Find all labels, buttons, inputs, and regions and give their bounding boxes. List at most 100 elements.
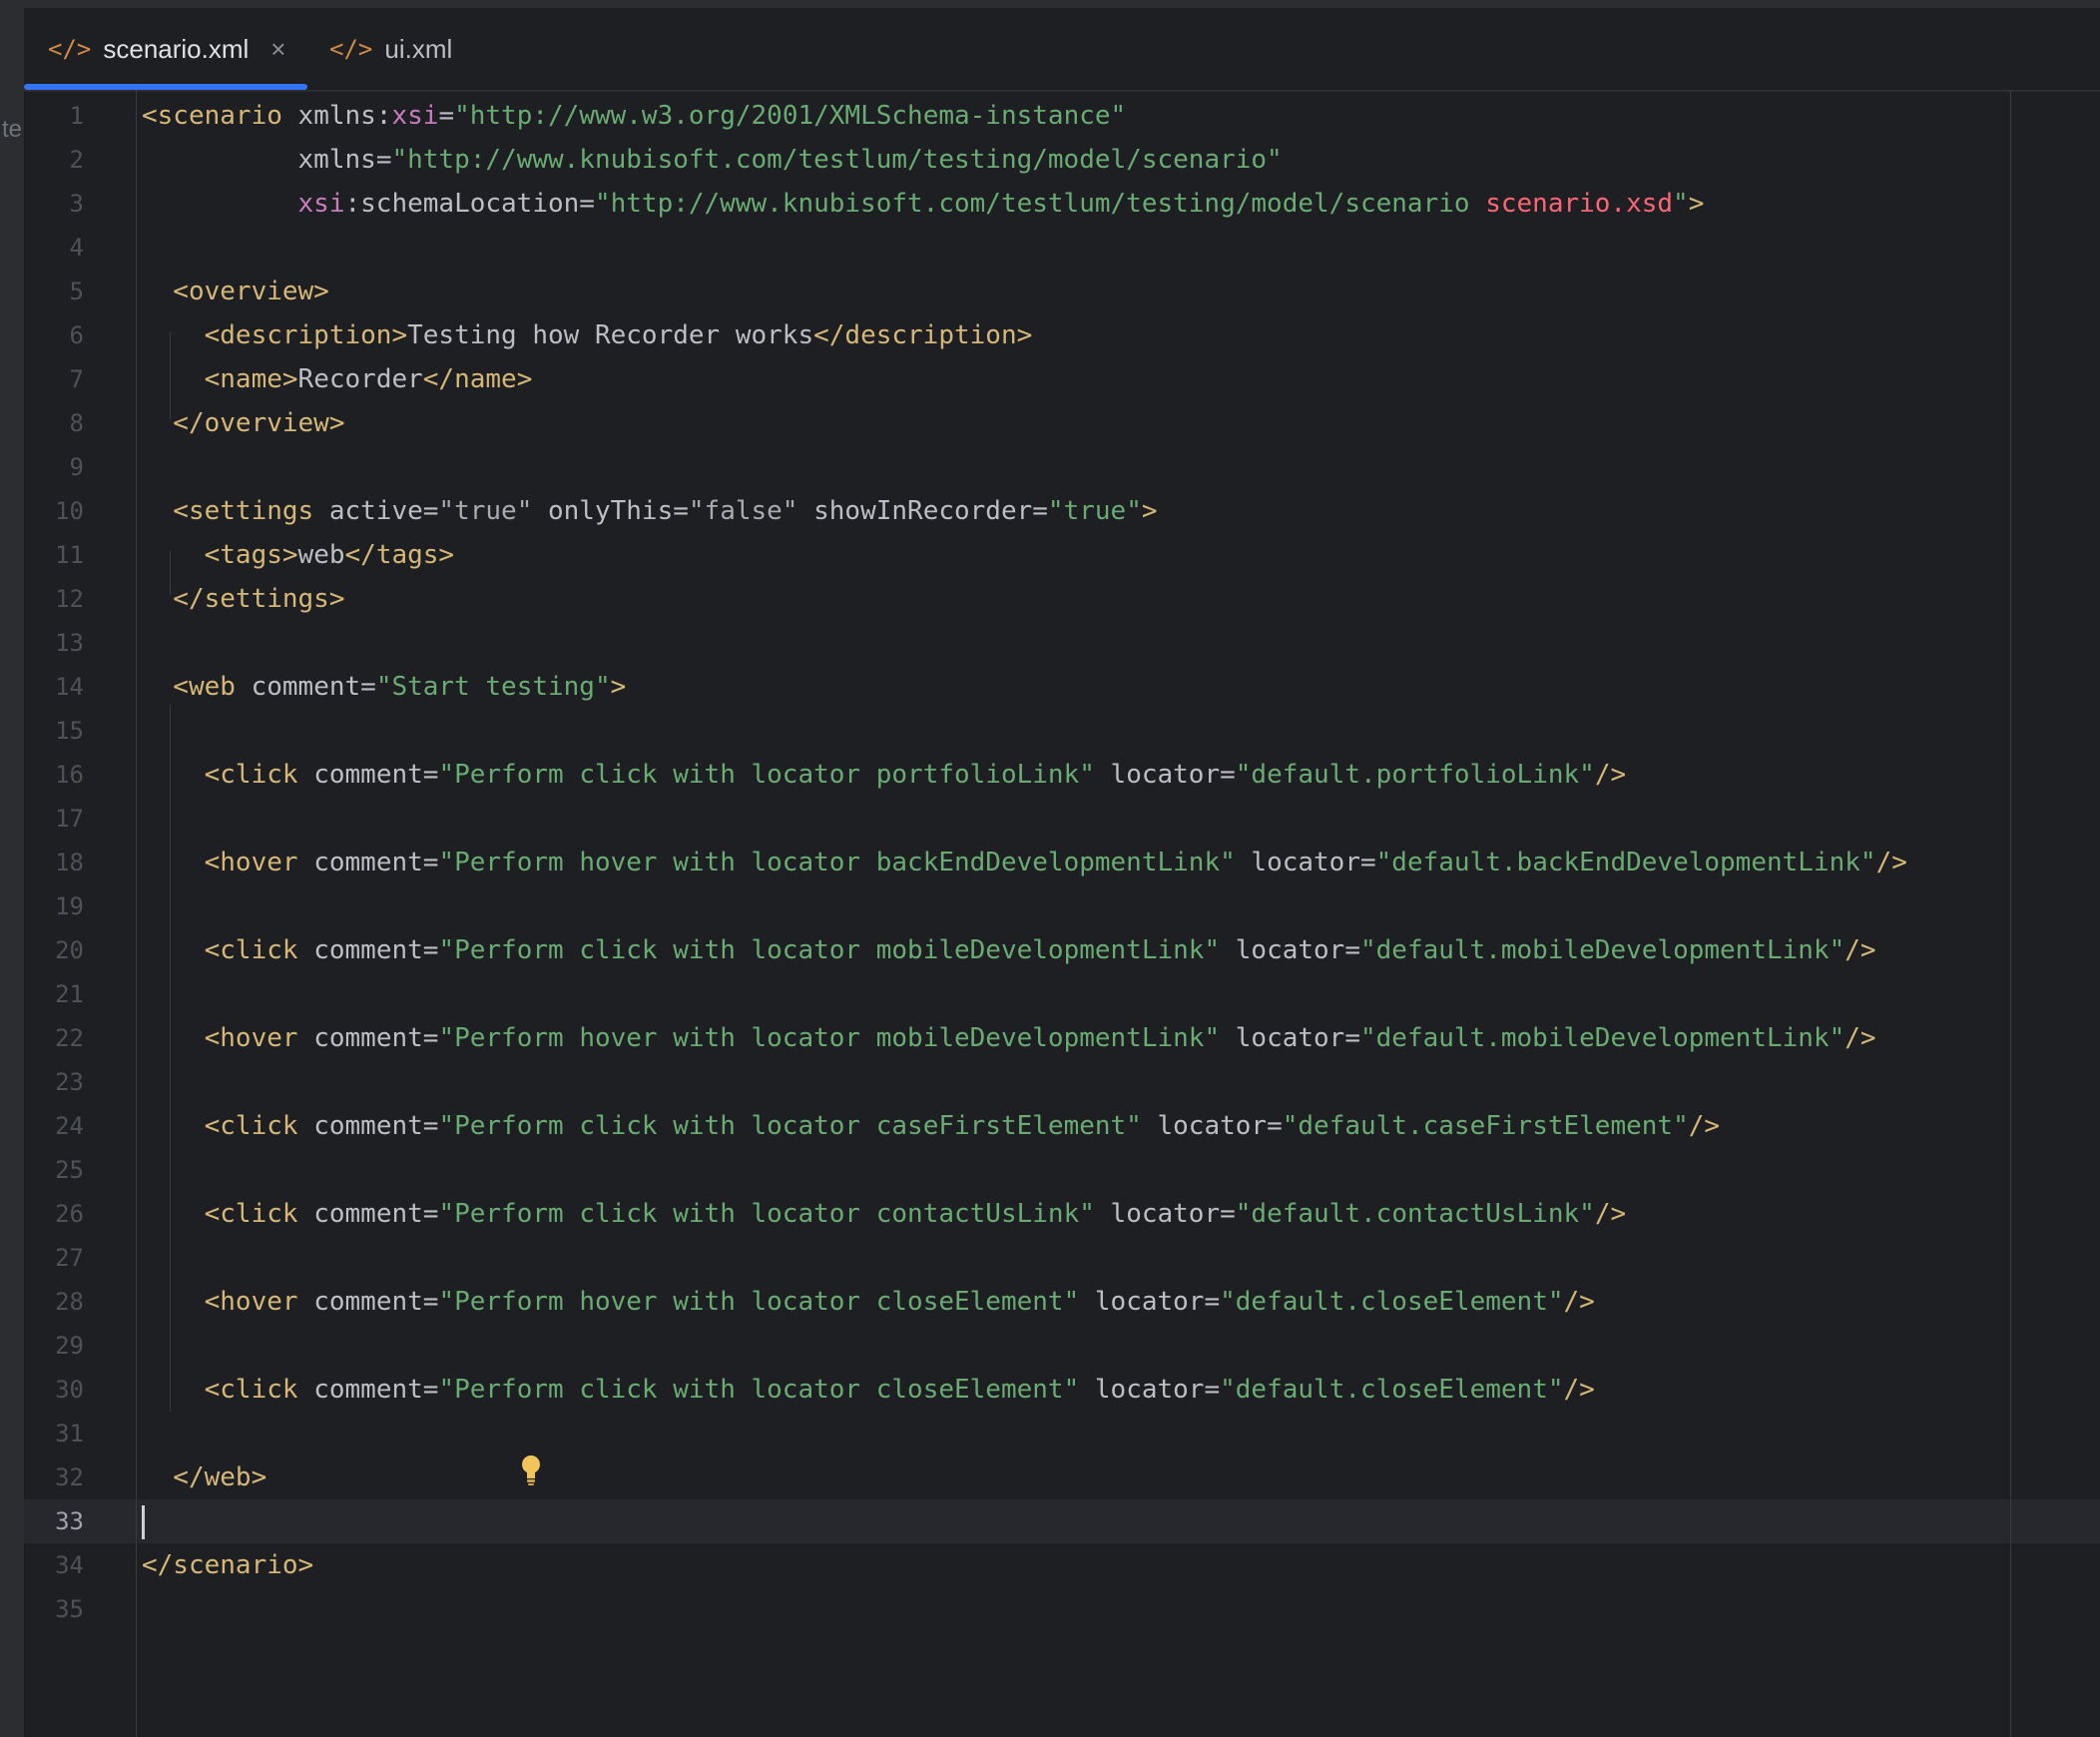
code-line[interactable]: <click comment="Perform click with locat… [142, 1368, 1595, 1412]
lightbulb-icon[interactable] [519, 1453, 543, 1487]
code-token: "Perform click with locator caseFirstEle… [438, 1111, 1142, 1141]
line-number: 4 [69, 234, 84, 262]
code-token: "default.closeElement" [1220, 1375, 1564, 1405]
code-token: <hover [142, 1287, 298, 1317]
window-top-bar [0, 0, 2100, 8]
code-token: > [610, 672, 627, 702]
code-token: "Perform hover with locator closeElement… [438, 1287, 1080, 1317]
code-token: locator= [1094, 1199, 1236, 1229]
code-token: "default.portfolioLink" [1235, 760, 1595, 790]
code-line[interactable]: </scenario> [142, 1543, 313, 1587]
code-token: comment= [297, 1199, 439, 1229]
code-token: "http://www.knubisoft.com/testlum/testin… [391, 145, 1283, 175]
code-token: = [438, 101, 455, 131]
line-number: 8 [69, 409, 84, 437]
code-token: Testing how Recorder works [407, 320, 814, 350]
code-line[interactable]: <scenario xmlns:xsi="http://www.w3.org/2… [142, 94, 1126, 138]
code-token: /> [1594, 760, 1627, 790]
code-line[interactable]: <description>Testing how Recorder works<… [142, 313, 1033, 357]
line-number: 9 [69, 453, 84, 481]
code-token: /> [1563, 1287, 1595, 1317]
code-token: locator= [1220, 1023, 1360, 1053]
code-token: <click [142, 1375, 298, 1405]
line-number: 32 [55, 1463, 84, 1491]
indent-guide [170, 705, 171, 1412]
code-line[interactable]: </overview> [142, 401, 345, 445]
code-token: xmlns [142, 145, 376, 175]
code-line[interactable]: <name>Recorder</name> [142, 357, 533, 401]
code-line[interactable]: <web comment="Start testing"> [142, 665, 626, 709]
line-number: 15 [55, 717, 84, 745]
line-number: 18 [55, 849, 84, 876]
code-line[interactable]: <hover comment="Perform hover with locat… [142, 841, 1907, 884]
indent-guide [170, 551, 171, 595]
code-tag-icon: </> [329, 35, 373, 63]
line-number: 6 [69, 321, 84, 349]
code-line[interactable]: </web> [142, 1455, 266, 1499]
code-line[interactable]: <settings active="true" onlyThis="false"… [142, 489, 1157, 533]
code-token: "Perform hover with locator backEndDevel… [438, 848, 1236, 877]
code-token: <click [142, 935, 298, 965]
line-number: 1 [69, 102, 84, 130]
code-line[interactable]: <hover comment="Perform hover with locat… [142, 1280, 1595, 1324]
code-token: comment= [297, 1023, 439, 1053]
line-number: 27 [55, 1244, 84, 1272]
code-token: "Perform click with locator contactUsLin… [438, 1199, 1095, 1229]
right-margin-guide [2010, 90, 2011, 1737]
line-number: 28 [55, 1288, 84, 1316]
code-token: /> [1594, 1199, 1627, 1229]
code-line[interactable]: <click comment="Perform click with locat… [142, 1192, 1627, 1236]
code-token: "http://www.knubisoft.com/testlum/testin… [594, 189, 1486, 219]
code-token: <settings [142, 496, 314, 526]
line-number: 24 [55, 1112, 84, 1140]
code-token: comment= [297, 1111, 439, 1141]
code-line[interactable]: <hover comment="Perform hover with locat… [142, 1016, 1876, 1060]
code-token: /> [1688, 1111, 1721, 1141]
code-line[interactable]: <tags>web</tags> [142, 533, 454, 577]
code-token: </tags> [344, 540, 455, 570]
code-line[interactable]: <click comment="Perform click with locat… [142, 928, 1876, 972]
code-token: comment= [297, 848, 439, 877]
line-number: 17 [55, 805, 84, 833]
line-number: 25 [55, 1156, 84, 1184]
code-token: <scenario [142, 101, 282, 131]
line-number: 21 [55, 980, 84, 1008]
close-icon[interactable]: × [270, 34, 285, 65]
code-token: </settings> [142, 584, 345, 614]
code-token: </web> [142, 1462, 267, 1492]
code-token: <overview> [142, 277, 329, 306]
code-token: /> [1844, 1023, 1876, 1053]
code-token: </overview> [142, 408, 345, 438]
code-line[interactable]: xmlns="http://www.knubisoft.com/testlum/… [142, 138, 1283, 182]
code-token: <tags> [142, 540, 298, 570]
line-number: 31 [55, 1420, 84, 1448]
line-number: 16 [55, 761, 84, 789]
code-token: <name> [142, 364, 298, 394]
code-token: "http://www.w3.org/2001/XMLSchema-instan… [454, 101, 1127, 131]
code-token: "default.mobileDevelopmentLink" [1360, 935, 1845, 965]
code-line[interactable]: xsi:schemaLocation="http://www.knubisoft… [142, 182, 1705, 226]
code-token: "Perform click with locator closeElement… [438, 1375, 1080, 1405]
code-token: /> [1875, 848, 1907, 877]
code-token: "Perform click with locator mobileDevelo… [438, 935, 1221, 965]
line-number: 34 [55, 1551, 84, 1579]
code-line[interactable]: <overview> [142, 270, 329, 313]
code-token: comment= [297, 760, 439, 790]
code-line[interactable]: <click comment="Perform click with locat… [142, 753, 1627, 797]
tab-ui-xml[interactable]: </> ui.xml [329, 8, 452, 90]
line-number: 20 [55, 936, 84, 964]
code-token: </name> [422, 364, 533, 394]
side-tool-strip: te [0, 8, 25, 1737]
tab-scenario-xml[interactable]: </> scenario.xml × [48, 8, 285, 90]
code-token: locator= [1235, 848, 1376, 877]
line-number: 19 [55, 892, 84, 920]
tab-label: scenario.xml [103, 33, 250, 64]
line-number-gutter[interactable]: 1 2 3 4 5 6 7 8 9 10 11 12 13 14 15 16 17 18 19 20 21 22 23 24 2… [24, 90, 136, 1737]
code-line[interactable]: <click comment="Perform click with locat… [142, 1104, 1720, 1148]
clipped-panel-label: te [2, 116, 23, 143]
line-number: 30 [55, 1376, 84, 1404]
text-caret [142, 1505, 145, 1539]
code-token: "true" [1047, 496, 1142, 526]
line-number: 12 [55, 585, 84, 613]
code-line[interactable]: </settings> [142, 577, 345, 621]
